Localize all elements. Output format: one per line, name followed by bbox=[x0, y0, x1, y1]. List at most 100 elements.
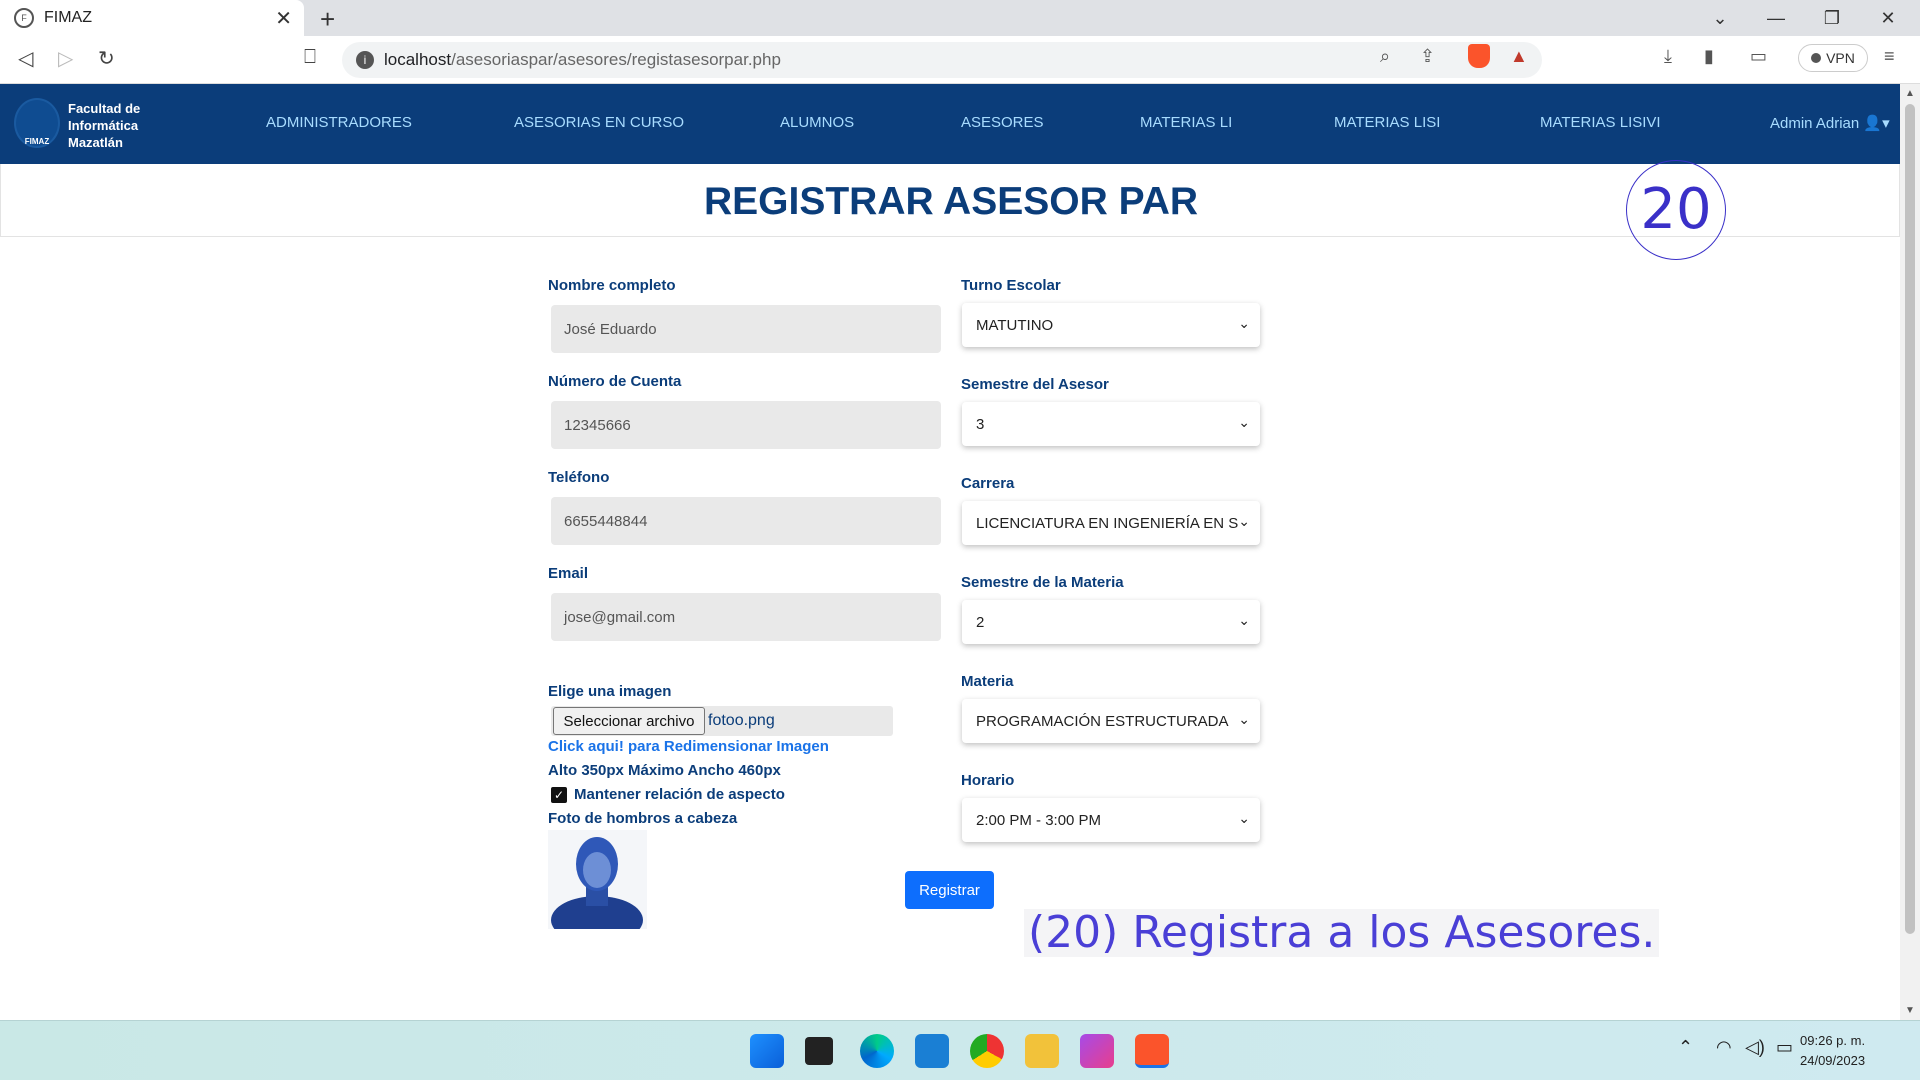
clock-time: 09:26 p. m. bbox=[1800, 1033, 1866, 1048]
browser-tab[interactable]: F FIMAZ ✕ bbox=[0, 0, 304, 36]
aspect-ratio-checkbox[interactable]: ✓ bbox=[551, 787, 567, 803]
imagen-label: Elige una imagen bbox=[548, 683, 672, 700]
photo-note: Foto de hombros a cabeza bbox=[548, 810, 738, 827]
size-note: Alto 350px Máximo Ancho 460px bbox=[548, 762, 781, 779]
brand-text: Facultad de Informática Mazatlán bbox=[68, 100, 140, 151]
windows-start-icon[interactable] bbox=[750, 1034, 784, 1068]
nav-materias-lisivi[interactable]: MATERIAS LISIVI bbox=[1540, 114, 1661, 131]
chrome-icon[interactable] bbox=[970, 1034, 1004, 1068]
file-explorer-icon[interactable] bbox=[1025, 1034, 1059, 1068]
carrera-select[interactable]: LICENCIATURA EN INGENIERÍA EN S ⌄ bbox=[962, 501, 1260, 545]
materia-select[interactable]: PROGRAMACIÓN ESTRUCTURADA ⌄ bbox=[962, 699, 1260, 743]
clock[interactable]: 09:26 p. m. 24/09/2023 bbox=[1800, 1031, 1865, 1071]
menu-icon[interactable]: ≡ bbox=[1884, 46, 1895, 67]
task-view-icon[interactable] bbox=[805, 1037, 833, 1065]
brand-line-1: Facultad de bbox=[68, 101, 141, 116]
browser-toolbar: ◁ ▷ ↻ ⎕ i localhost/asesoriaspar/asesore… bbox=[0, 36, 1920, 84]
downloads-icon[interactable]: ⤓ bbox=[1664, 46, 1672, 67]
scroll-up-icon[interactable]: ▲ bbox=[1905, 88, 1915, 99]
brave-rewards-icon[interactable]: ▲ bbox=[1510, 46, 1528, 67]
horario-label: Horario bbox=[961, 772, 1015, 789]
user-menu[interactable]: Admin Adrian 👤▾ bbox=[1770, 114, 1890, 132]
back-icon[interactable]: ◁ bbox=[18, 46, 33, 71]
person-silhouette-icon bbox=[551, 837, 643, 944]
nav-materias-li[interactable]: MATERIAS LI bbox=[1140, 114, 1232, 131]
chevron-down-icon: ⌄ bbox=[1238, 414, 1250, 430]
close-window-icon[interactable]: ✕ bbox=[1860, 0, 1916, 36]
turno-select[interactable]: MATUTINO ⌄ bbox=[962, 303, 1260, 347]
registrar-button[interactable]: Registrar bbox=[905, 871, 994, 909]
chevron-down-icon: ⌄ bbox=[1238, 810, 1250, 826]
scroll-down-icon[interactable]: ▼ bbox=[1905, 1005, 1915, 1016]
vpn-button[interactable]: VPN bbox=[1798, 44, 1868, 72]
vpn-status-icon bbox=[1811, 53, 1822, 63]
vscode-icon[interactable] bbox=[915, 1034, 949, 1068]
nav-materias-lisi[interactable]: MATERIAS LISI bbox=[1334, 114, 1440, 131]
minimize-icon[interactable]: — bbox=[1748, 0, 1804, 36]
resize-image-link[interactable]: Click aqui! para Redimensionar Imagen bbox=[548, 738, 829, 755]
telefono-label: Teléfono bbox=[548, 469, 610, 486]
tray-chevron-up-icon[interactable]: ⌃ bbox=[1678, 1037, 1693, 1058]
cuenta-label: Número de Cuenta bbox=[548, 373, 682, 390]
tab-title: FIMAZ bbox=[44, 9, 92, 26]
nav-asesorias-en-curso[interactable]: ASESORIAS EN CURSO bbox=[514, 114, 684, 131]
brand-line-3: Mazatlán bbox=[68, 135, 123, 150]
forward-icon[interactable]: ▷ bbox=[58, 46, 73, 71]
horario-select[interactable]: 2:00 PM - 3:00 PM ⌄ bbox=[962, 798, 1260, 842]
semestre-asesor-select[interactable]: 3 ⌄ bbox=[962, 402, 1260, 446]
wifi-icon[interactable]: ◠ bbox=[1716, 1037, 1732, 1058]
sidebar-icon[interactable]: ▮ bbox=[1704, 46, 1714, 67]
semestre-materia-select[interactable]: 2 ⌄ bbox=[962, 600, 1260, 644]
carrera-label: Carrera bbox=[961, 475, 1015, 492]
nombre-label: Nombre completo bbox=[548, 277, 676, 294]
fimaz-logo[interactable]: FIMAZ bbox=[14, 98, 60, 148]
turno-label: Turno Escolar bbox=[961, 277, 1061, 294]
user-icon: 👤▾ bbox=[1863, 115, 1890, 132]
close-tab-icon[interactable]: ✕ bbox=[275, 6, 292, 31]
nombre-input[interactable]: José Eduardo bbox=[551, 305, 941, 353]
select-file-button[interactable]: Seleccionar archivo bbox=[553, 707, 705, 735]
page-viewport: FIMAZ Facultad de Informática Mazatlán A… bbox=[0, 84, 1900, 1020]
restore-icon[interactable]: ❐ bbox=[1804, 0, 1860, 36]
tab-favicon-icon: F bbox=[14, 8, 34, 28]
brave-shields-icon[interactable] bbox=[1468, 44, 1490, 68]
brand-line-2: Informática bbox=[68, 118, 139, 133]
semestre-asesor-selected: 3 bbox=[976, 415, 985, 433]
page-scrollbar[interactable]: ▲ ▼ bbox=[1900, 84, 1920, 1020]
nav-alumnos[interactable]: ALUMNOS bbox=[780, 114, 854, 131]
reload-icon[interactable]: ↻ bbox=[98, 46, 115, 71]
vpn-label: VPN bbox=[1826, 50, 1855, 66]
new-tab-icon[interactable]: + bbox=[320, 4, 335, 35]
tab-search-chevron-icon[interactable]: ⌄ bbox=[1692, 0, 1748, 36]
address-url[interactable]: localhost/asesoriaspar/asesores/registas… bbox=[384, 50, 781, 70]
edge-icon[interactable] bbox=[860, 1034, 894, 1068]
chevron-down-icon: ⌄ bbox=[1238, 513, 1250, 529]
clock-date: 24/09/2023 bbox=[1800, 1053, 1866, 1068]
chevron-down-icon: ⌄ bbox=[1238, 315, 1250, 331]
avatar-preview bbox=[548, 830, 647, 944]
battery-icon[interactable]: ▭ bbox=[1776, 1037, 1793, 1058]
materia-label: Materia bbox=[961, 673, 1014, 690]
email-label: Email bbox=[548, 565, 589, 582]
email-input[interactable]: jose@gmail.com bbox=[551, 593, 941, 641]
cuenta-input[interactable]: 12345666 bbox=[551, 401, 941, 449]
nav-asesores[interactable]: ASESORES bbox=[961, 114, 1044, 131]
turno-selected: MATUTINO bbox=[976, 316, 1054, 334]
scrollbar-thumb[interactable] bbox=[1905, 104, 1915, 934]
page-header: REGISTRAR ASESOR PAR bbox=[0, 164, 1900, 237]
tab-bar: F FIMAZ ✕ + ⌄ — ❐ ✕ bbox=[0, 0, 1920, 36]
address-bar[interactable]: i localhost/asesoriaspar/asesores/regist… bbox=[342, 42, 1542, 78]
zoom-icon[interactable]: ⌕ bbox=[1380, 46, 1390, 67]
chevron-down-icon: ⌄ bbox=[1238, 711, 1250, 727]
page-title: REGISTRAR ASESOR PAR bbox=[703, 180, 1199, 223]
share-icon[interactable]: ⇪ bbox=[1420, 46, 1435, 67]
volume-icon[interactable]: ◁) bbox=[1745, 1037, 1765, 1058]
nav-administradores[interactable]: ADMINISTRADORES bbox=[266, 114, 412, 131]
wallet-icon[interactable]: ▭ bbox=[1750, 46, 1767, 67]
brave-taskbar-icon[interactable] bbox=[1135, 1034, 1169, 1068]
bookmark-icon[interactable]: ⎕ bbox=[304, 46, 316, 69]
semestre-asesor-label: Semestre del Asesor bbox=[961, 376, 1109, 393]
wondershare-icon[interactable] bbox=[1080, 1034, 1114, 1068]
site-info-icon[interactable]: i bbox=[356, 51, 374, 69]
telefono-input[interactable]: 6655448844 bbox=[551, 497, 941, 545]
